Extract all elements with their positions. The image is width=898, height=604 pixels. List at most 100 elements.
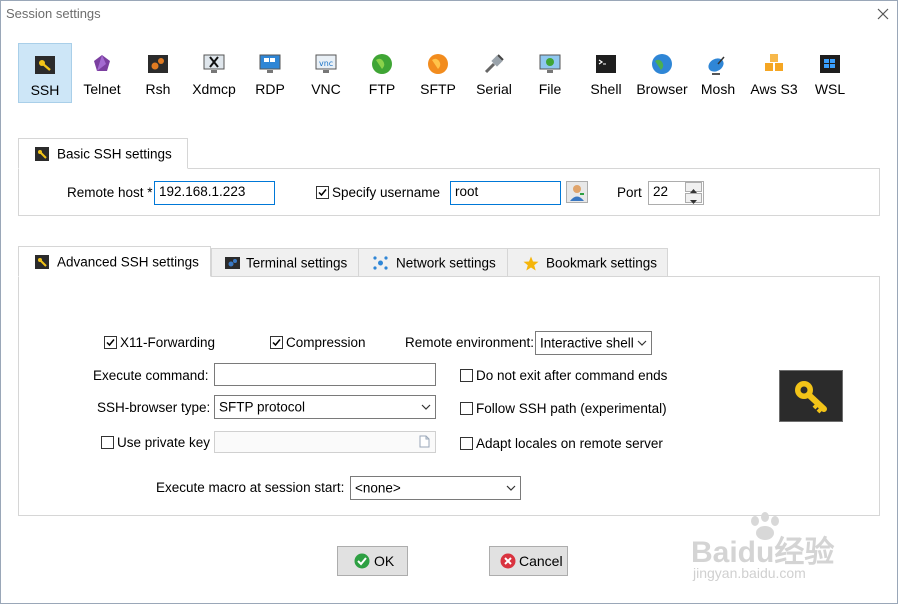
port-label: Port (617, 185, 642, 200)
session-settings-window: Session settings SSH Telnet Rsh Xdmcp RD… (0, 0, 898, 604)
star-icon (523, 256, 539, 270)
ssh-key-icon (35, 56, 55, 74)
arrow-down-icon (690, 200, 697, 204)
tab-label: Bookmark settings (546, 255, 658, 270)
ok-button[interactable]: OK (337, 546, 408, 576)
sftp-globe-icon (428, 54, 448, 74)
do-not-exit-label: Do not exit after command ends (476, 368, 668, 383)
protocol-ftp[interactable]: FTP (355, 43, 409, 103)
tab-label: Advanced SSH settings (57, 254, 199, 269)
ssh-browser-type-select[interactable]: SFTP protocol (214, 395, 436, 419)
browser-globe-icon (652, 54, 672, 74)
protocol-vnc[interactable]: vnc VNC (299, 43, 353, 103)
cancel-label: Cancel (519, 553, 563, 569)
baidu-watermark: Baidu经验 jingyan.baidu.com (687, 511, 867, 591)
rsh-icon (148, 55, 168, 73)
port-increment-button[interactable] (685, 182, 702, 193)
adapt-locales-checkbox[interactable] (460, 437, 473, 450)
username-input[interactable]: root (450, 181, 561, 205)
checkmark-icon (318, 189, 327, 197)
private-key-input[interactable] (214, 431, 436, 453)
do-not-exit-checkbox[interactable] (460, 369, 473, 382)
protocol-wsl[interactable]: WSL (803, 43, 857, 103)
ssh-key-icon (35, 146, 49, 161)
close-button[interactable] (873, 5, 893, 23)
protocol-xdmcp[interactable]: Xdmcp (187, 43, 241, 103)
tab-terminal-settings[interactable]: Terminal settings (211, 248, 359, 277)
protocol-label: Browser (636, 81, 688, 97)
chevron-down-icon (637, 340, 647, 346)
protocol-label: RDP (255, 81, 285, 97)
tab-basic-ssh-settings[interactable]: Basic SSH settings (18, 138, 188, 169)
remote-host-input[interactable]: 192.168.1.223 (154, 181, 275, 205)
protocol-mosh[interactable]: Mosh (691, 43, 745, 103)
execute-macro-label: Execute macro at session start: (156, 480, 345, 495)
protocol-label: Mosh (700, 81, 736, 97)
protocol-label: WSL (814, 81, 846, 97)
use-private-key-checkbox[interactable] (101, 436, 114, 449)
file-browse-icon[interactable] (419, 435, 430, 448)
tab-network-settings[interactable]: Network settings (358, 248, 508, 277)
protocol-ssh[interactable]: SSH (18, 43, 72, 103)
aws-s3-cubes-icon (765, 54, 783, 71)
ssh-browser-type-label: SSH-browser type: (97, 400, 211, 415)
watermark-url: jingyan.baidu.com (693, 565, 806, 581)
execute-command-input[interactable] (214, 363, 436, 386)
close-icon (877, 8, 889, 20)
protocol-label: Rsh (145, 81, 171, 97)
protocol-label: Xdmcp (192, 81, 236, 97)
protocol-rdp[interactable]: RDP (243, 43, 297, 103)
check-circle-icon (354, 553, 370, 569)
remote-environment-select[interactable]: Interactive shell (535, 331, 652, 355)
protocol-label: VNC (311, 81, 341, 97)
x11-forwarding-label: X11-Forwarding (120, 335, 216, 350)
port-decrement-button[interactable] (685, 193, 702, 204)
remote-host-label: Remote host * (67, 185, 153, 200)
protocol-browser[interactable]: Browser (635, 43, 689, 103)
ftp-globe-icon (372, 54, 392, 74)
protocol-telnet[interactable]: Telnet (75, 43, 129, 103)
specify-username-checkbox[interactable] (316, 186, 329, 199)
telnet-icon (94, 55, 110, 71)
follow-ssh-path-label: Follow SSH path (experimental) (476, 401, 667, 416)
tab-bookmark-settings[interactable]: Bookmark settings (507, 248, 668, 277)
tab-label: Terminal settings (246, 255, 348, 270)
ssh-key-icon (35, 254, 49, 269)
rdp-icon (259, 54, 281, 73)
terminal-settings-icon (225, 256, 240, 269)
tab-advanced-ssh-settings[interactable]: Advanced SSH settings (18, 246, 211, 277)
protocol-sftp[interactable]: SFTP (411, 43, 465, 103)
ok-label: OK (374, 553, 395, 569)
window-title: Session settings (6, 6, 101, 21)
compression-label: Compression (286, 335, 366, 350)
remote-environment-label: Remote environment: (405, 335, 535, 350)
protocol-label: Serial (476, 81, 512, 97)
ssh-browser-type-value: SFTP protocol (219, 399, 306, 415)
serial-plug-icon (484, 54, 504, 74)
protocol-file[interactable]: File (523, 43, 577, 103)
cancel-button[interactable]: Cancel (489, 546, 568, 576)
protocol-label: File (538, 81, 562, 97)
execute-macro-value: <none> (355, 480, 401, 496)
follow-ssh-path-checkbox[interactable] (460, 402, 473, 415)
protocol-shell[interactable]: Shell (579, 43, 633, 103)
protocol-rsh[interactable]: Rsh (131, 43, 185, 103)
protocol-label: FTP (368, 81, 396, 97)
port-value: 22 (653, 184, 669, 199)
protocol-aws-s3[interactable]: Aws S3 (747, 43, 801, 103)
cancel-circle-icon (500, 553, 516, 569)
protocol-label: Aws S3 (750, 81, 798, 97)
protocol-serial[interactable]: Serial (467, 43, 521, 103)
network-nodes-icon (373, 255, 388, 270)
execute-command-label: Execute command: (93, 368, 209, 383)
mosh-satellite-icon (708, 56, 725, 75)
execute-macro-select[interactable]: <none> (350, 476, 521, 500)
golden-key-icon (795, 381, 827, 414)
user-manager-button[interactable] (566, 181, 588, 203)
chevron-down-icon (506, 485, 516, 491)
x11-forwarding-checkbox[interactable] (104, 336, 117, 349)
chevron-down-icon (421, 404, 431, 410)
protocol-label: SSH (30, 82, 60, 98)
remote-environment-value: Interactive shell (540, 335, 634, 351)
compression-checkbox[interactable] (270, 336, 283, 349)
